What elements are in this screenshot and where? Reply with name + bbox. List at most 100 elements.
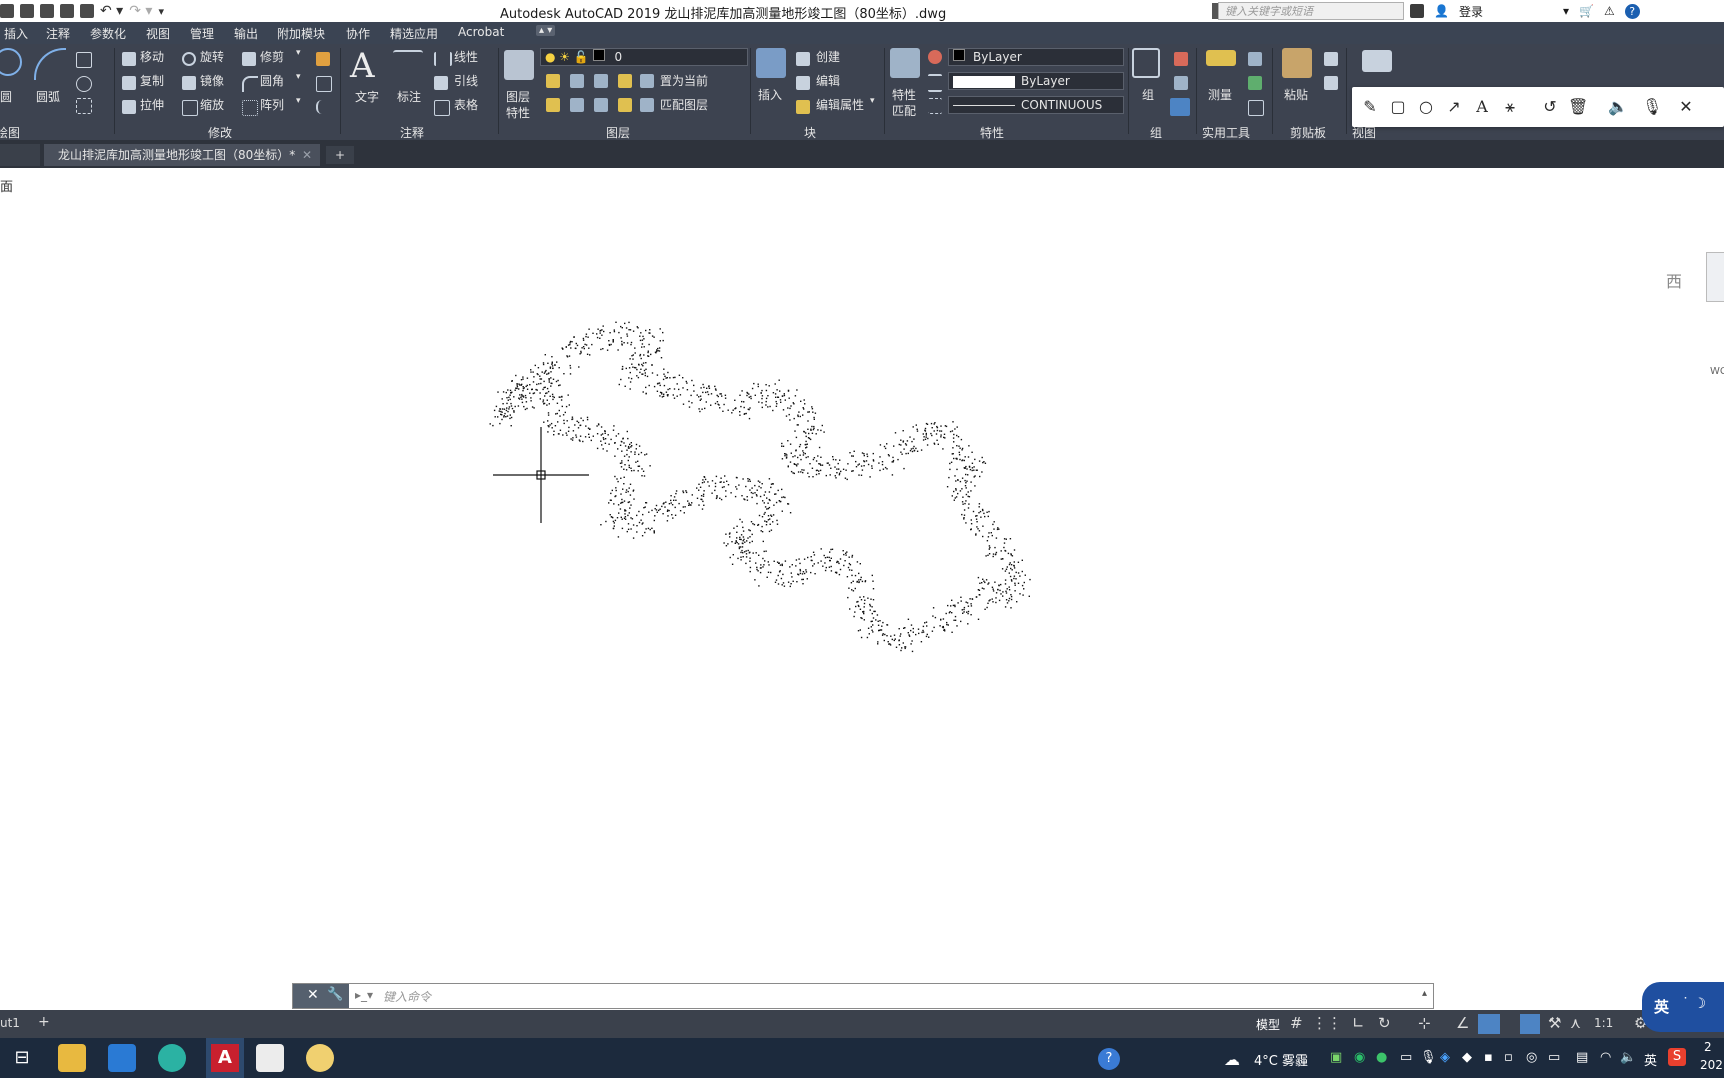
tab-insert[interactable]: 插入 [4, 25, 28, 42]
layer-tool-icon[interactable] [546, 98, 560, 112]
speaker-icon[interactable]: 🔈 [1608, 97, 1628, 117]
ungroup-icon[interactable] [1174, 52, 1188, 66]
file-explorer-icon[interactable] [58, 1044, 86, 1072]
ribbon-toggle-icon[interactable]: ▴ ▾ [536, 25, 556, 36]
annotation-scale-icon[interactable]: ⋏ [1570, 1014, 1581, 1032]
leader-label[interactable]: 引线 [454, 72, 478, 89]
command-line-handle[interactable]: ✕ 🔧 [293, 984, 349, 1008]
measure-icon[interactable] [1206, 50, 1236, 66]
block-panel-title[interactable]: 块 [804, 124, 816, 141]
customize-command-icon[interactable]: 🔧 [327, 987, 343, 1002]
array-label[interactable]: 阵列 [260, 96, 284, 113]
command-prompt-icon[interactable]: ▸_▾ [355, 988, 373, 1002]
tab-featured-apps[interactable]: 精选应用 [390, 25, 438, 42]
tab-parametric[interactable]: 参数化 [90, 25, 126, 42]
circle-icon[interactable] [0, 48, 22, 76]
steam-icon[interactable]: ◎ [1526, 1050, 1537, 1065]
add-layout-button[interactable]: + [38, 1014, 50, 1030]
match-properties-label-1[interactable]: 特性 [892, 86, 916, 103]
customize-qat-icon[interactable]: ▾ [158, 5, 164, 18]
linear-icon[interactable] [434, 52, 452, 66]
autocad-taskbar-button[interactable]: A [206, 1038, 244, 1078]
insert-label[interactable]: 插入 [758, 86, 782, 103]
mail-icon[interactable] [108, 1044, 136, 1072]
rotate-label[interactable]: 旋转 [200, 48, 224, 65]
fillet-icon[interactable] [242, 76, 258, 92]
edit-attribute-dropdown-icon[interactable]: ▾ [870, 96, 875, 106]
new-tab-button[interactable]: + [326, 146, 354, 164]
color-wheel-icon[interactable] [928, 50, 942, 64]
task-view-icon[interactable]: ⊟ [8, 1044, 36, 1072]
insert-block-icon[interactable] [756, 48, 786, 78]
ime-language[interactable]: 英 [1654, 996, 1669, 1017]
tray-app-icon[interactable]: ◈ [1440, 1050, 1450, 1065]
explode-icon[interactable] [316, 76, 332, 92]
scale-value[interactable]: 1:1 [1594, 1016, 1613, 1030]
rectangle-icon[interactable] [76, 52, 92, 68]
quick-select-icon[interactable] [1248, 52, 1262, 66]
dimension-icon[interactable] [393, 50, 423, 82]
copy-clip-icon[interactable] [1324, 76, 1338, 90]
tray-app-icon[interactable]: ◉ [1354, 1050, 1365, 1065]
copy-label[interactable]: 复制 [140, 72, 164, 89]
arc-label[interactable]: 圆弧 [36, 88, 60, 105]
modify-panel-title[interactable]: 修改 [208, 124, 232, 141]
wcs-label[interactable]: WC [1710, 366, 1724, 377]
trash-icon[interactable]: 🗑 [1568, 97, 1588, 117]
copy-icon[interactable] [122, 76, 136, 90]
linetype-dropdown[interactable]: CONTINUOUS [948, 96, 1124, 114]
text-label[interactable]: 文字 [355, 88, 379, 105]
close-tab-icon[interactable]: ✕ [302, 144, 312, 166]
snap-icon[interactable]: ⋮⋮ [1312, 1014, 1342, 1032]
save-icon[interactable] [0, 4, 14, 18]
magic-wand-icon[interactable]: ⚹ [1500, 97, 1520, 117]
groups-panel-title[interactable]: 组 [1150, 124, 1162, 141]
layout-tab[interactable]: ut1 [0, 1016, 20, 1030]
search-input[interactable]: 键入关键字或短语 [1218, 2, 1404, 20]
polar-icon[interactable]: ↻ [1378, 1014, 1391, 1032]
calculator-icon[interactable] [1248, 100, 1264, 116]
grid-icon[interactable]: # [1290, 1014, 1303, 1032]
ellipse-icon[interactable] [76, 76, 92, 92]
ime-floating-bar[interactable]: 英 ˙ ☽ [1642, 982, 1724, 1032]
microphone-tray-icon[interactable]: 🎙 [1420, 1050, 1437, 1065]
nvidia-icon[interactable]: ▣ [1330, 1050, 1342, 1065]
wechat-icon[interactable]: ● [1376, 1050, 1387, 1065]
linear-label[interactable]: 线性 [454, 48, 478, 65]
text-icon[interactable]: A [350, 46, 375, 86]
redo-icon[interactable]: ↷ ▾ [129, 3, 152, 19]
viewcube[interactable] [1706, 252, 1724, 302]
tab-acrobat[interactable]: Acrobat [458, 25, 504, 39]
layer-tool-icon[interactable] [594, 98, 608, 112]
ime-tray-language[interactable]: 英 [1644, 1050, 1657, 1069]
set-current-label[interactable]: 置为当前 [660, 72, 708, 89]
edit-label[interactable]: 编辑 [816, 72, 840, 89]
trim-label[interactable]: 修剪 [260, 48, 284, 65]
edit-attribute-icon[interactable] [796, 100, 810, 114]
lineweight-toggle-icon[interactable]: ∠ [1456, 1014, 1469, 1032]
hatch-icon[interactable] [76, 98, 92, 114]
tab-addins[interactable]: 附加模块 [277, 25, 325, 42]
create-block-icon[interactable] [796, 52, 810, 66]
osnap-icon[interactable]: ⊹ [1418, 1014, 1431, 1032]
close-icon[interactable]: ✕ [1676, 97, 1696, 117]
measure-label[interactable]: 测量 [1208, 86, 1232, 103]
battery-icon[interactable]: ▭ [1548, 1050, 1560, 1065]
stretch-icon[interactable] [122, 100, 136, 114]
weather-text[interactable]: 4°C 雾霾 [1254, 1050, 1308, 1069]
help-tray-icon[interactable]: ? [1098, 1048, 1120, 1070]
set-current-icon[interactable] [640, 74, 654, 88]
dimension-label[interactable]: 标注 [397, 88, 421, 105]
cut-icon[interactable] [1324, 52, 1338, 66]
edit-attribute-label[interactable]: 编辑属性 [816, 96, 864, 113]
linetype-icon[interactable] [928, 98, 942, 114]
tray-app-icon[interactable]: ▫ [1504, 1050, 1513, 1065]
move-icon[interactable] [122, 52, 136, 66]
paste-icon[interactable] [1282, 48, 1312, 78]
open-web-icon[interactable] [40, 4, 54, 18]
ortho-icon[interactable]: ∟ [1352, 1014, 1365, 1032]
match-layer-label[interactable]: 匹配图层 [660, 96, 708, 113]
properties-panel-title[interactable]: 特性 [980, 124, 1004, 141]
tab-collaborate[interactable]: 协作 [346, 25, 370, 42]
match-properties-icon[interactable] [890, 48, 920, 78]
